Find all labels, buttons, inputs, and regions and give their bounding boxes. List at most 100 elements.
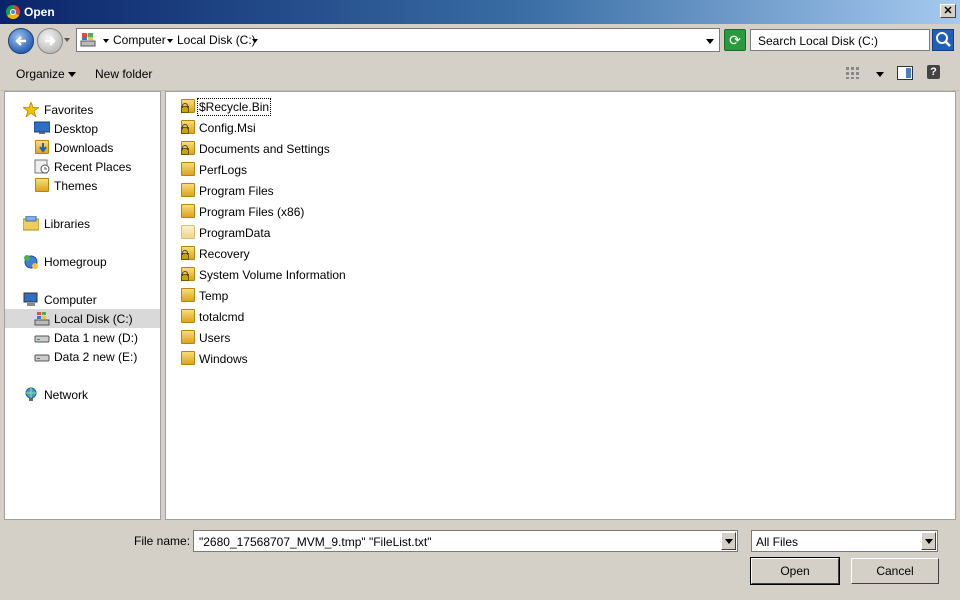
file-type-dropdown[interactable] — [921, 532, 936, 550]
search-placeholder: Search Local Disk (C:) — [758, 34, 879, 48]
breadcrumb-local-disk[interactable]: Local Disk (C:) — [177, 33, 256, 47]
organize-button[interactable]: Organize — [16, 67, 65, 81]
new-folder-button[interactable]: New folder — [95, 67, 152, 81]
desktop-icon — [34, 121, 50, 134]
computer-icon — [23, 292, 38, 306]
command-toolbar: Organize New folder ? — [0, 58, 960, 91]
folder-icon — [181, 330, 195, 344]
folder-icon — [181, 204, 195, 218]
file-name: Recovery — [199, 247, 250, 261]
file-name: Documents and Settings — [199, 142, 330, 156]
folder-icon — [181, 183, 195, 197]
filename-label: File name: — [134, 534, 191, 548]
chrome-app-icon — [6, 5, 20, 19]
folder-icon — [181, 225, 195, 239]
folder-icon — [181, 288, 195, 302]
folder-icon — [181, 309, 195, 323]
window-title: Open — [24, 5, 55, 19]
forward-button[interactable] — [37, 28, 63, 54]
address-bar[interactable]: Computer Local Disk (C:) — [76, 28, 720, 52]
lock-icon — [181, 250, 189, 260]
nav-item-downloads[interactable]: Downloads — [5, 138, 160, 157]
locked-folder-icon — [181, 246, 195, 260]
navigation-pane: Favorites Desktop Downloads Recent Place… — [4, 91, 161, 520]
breadcrumb-chevron-icon[interactable] — [167, 39, 173, 43]
file-name: $Recycle.Bin — [196, 98, 272, 116]
nav-libraries[interactable]: Libraries — [5, 214, 160, 233]
hard-drive-icon — [34, 335, 50, 343]
system-drive-icon — [34, 312, 50, 326]
file-name: Config.Msi — [199, 121, 256, 135]
breadcrumb-computer[interactable]: Computer — [113, 33, 166, 47]
lock-icon — [181, 124, 189, 134]
address-history-chevron-down-icon[interactable] — [706, 39, 714, 44]
lock-icon — [181, 145, 189, 155]
view-chevron-down-icon[interactable] — [876, 72, 884, 77]
filename-history-dropdown[interactable] — [721, 532, 736, 550]
organize-chevron-down-icon[interactable] — [68, 72, 76, 77]
file-name: PerfLogs — [199, 163, 248, 177]
folder-icon — [181, 162, 195, 176]
back-arrow-icon — [15, 36, 26, 46]
title-bar: Open ✕ — [0, 0, 960, 24]
close-icon: ✕ — [943, 5, 953, 17]
file-name: ProgramData — [199, 226, 271, 240]
locked-folder-icon — [181, 120, 195, 134]
close-button[interactable]: ✕ — [940, 4, 956, 18]
refresh-icon: ⟳ — [729, 32, 741, 48]
locked-folder-icon — [181, 141, 195, 155]
preview-pane-icon[interactable] — [897, 66, 913, 80]
file-name: System Volume Information — [199, 268, 346, 282]
breadcrumb-chevron-icon[interactable] — [103, 39, 109, 43]
help-icon[interactable]: ? — [927, 65, 940, 79]
open-button[interactable]: Open — [750, 557, 840, 585]
lock-icon — [181, 103, 189, 113]
breadcrumb-chevron-icon[interactable] — [252, 39, 258, 43]
network-icon — [25, 387, 37, 401]
filename-value: "2680_17568707_MVM_9.tmp" "FileList.txt" — [199, 535, 432, 549]
file-name: totalcmd — [199, 310, 245, 324]
nav-item-data-2-e[interactable]: Data 2 new (E:) — [5, 347, 160, 366]
file-name: Users — [199, 331, 231, 345]
nav-item-themes[interactable]: Themes — [5, 176, 160, 195]
nav-item-data-1-d[interactable]: Data 1 new (D:) — [5, 328, 160, 347]
locked-folder-icon — [181, 267, 195, 281]
forward-arrow-icon — [45, 36, 56, 46]
locked-folder-icon — [181, 99, 195, 113]
nav-item-recent-places[interactable]: Recent Places — [5, 157, 160, 176]
back-button[interactable] — [8, 28, 34, 54]
star-icon — [23, 102, 39, 117]
search-button[interactable] — [932, 29, 954, 51]
search-icon — [936, 32, 951, 47]
recent-pages-chevron-down-icon[interactable] — [64, 38, 70, 42]
nav-homegroup[interactable]: Homegroup — [5, 252, 160, 271]
cancel-button[interactable]: Cancel — [851, 558, 939, 584]
file-name: Program Files — [199, 184, 274, 198]
search-input[interactable]: Search Local Disk (C:) — [750, 29, 930, 51]
drive-icon — [80, 33, 96, 47]
address-row: Computer Local Disk (C:) ⟳ Search Local … — [0, 24, 960, 58]
file-name: Windows — [199, 352, 248, 366]
nav-network[interactable]: Network — [5, 385, 160, 404]
file-name: Temp — [199, 289, 229, 303]
filename-input[interactable]: "2680_17568707_MVM_9.tmp" "FileList.txt" — [193, 530, 738, 552]
hard-drive-icon — [34, 354, 50, 362]
file-type-select[interactable]: All Files — [751, 530, 938, 552]
nav-item-local-disk-c[interactable]: Local Disk (C:) — [5, 309, 160, 328]
homegroup-icon — [24, 255, 38, 269]
chevron-down-icon — [725, 539, 733, 544]
file-type-value: All Files — [756, 535, 799, 549]
folder-icon — [181, 351, 195, 365]
folder-icon — [35, 178, 49, 192]
view-options-icon[interactable] — [846, 67, 860, 79]
lock-icon — [181, 271, 189, 281]
recent-places-icon — [34, 159, 50, 174]
file-list-pane: $Recycle.Bin Config.Msi Documents and Sett… — [165, 91, 956, 520]
nav-computer[interactable]: Computer — [5, 290, 160, 309]
libraries-icon — [23, 216, 39, 231]
downloads-folder-icon — [35, 140, 49, 154]
nav-item-desktop[interactable]: Desktop — [5, 119, 160, 138]
chevron-down-icon — [925, 539, 933, 544]
refresh-button[interactable]: ⟳ — [724, 29, 746, 51]
nav-favorites[interactable]: Favorites — [5, 100, 160, 119]
